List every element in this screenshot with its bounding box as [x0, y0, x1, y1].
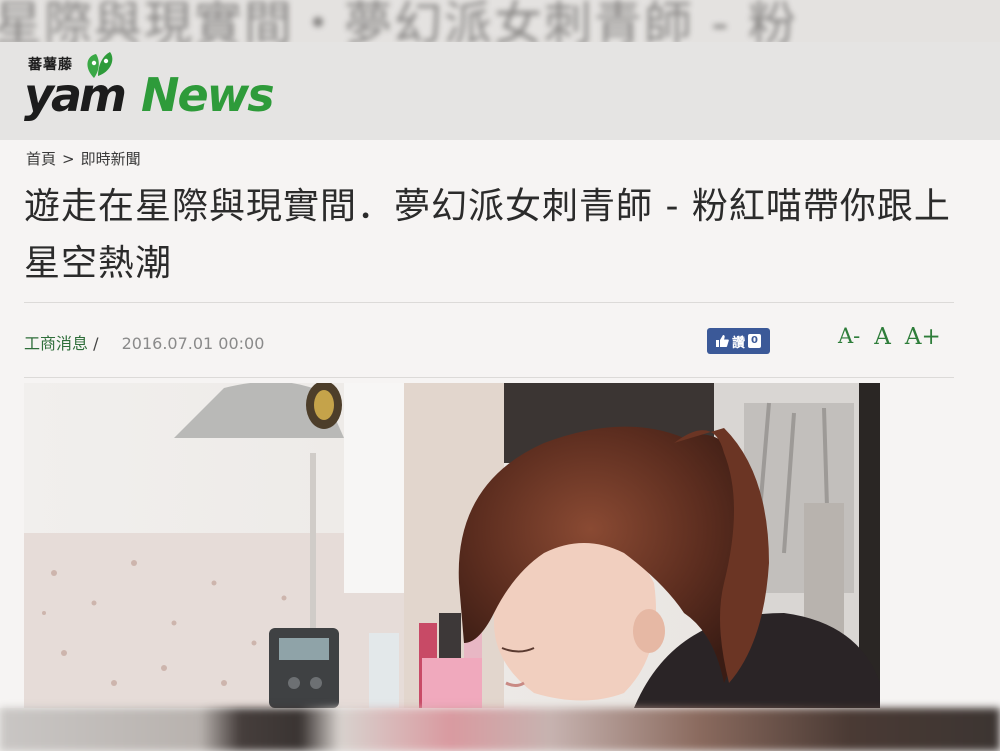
blurred-bottom-strip — [0, 708, 1000, 751]
site-header: 蕃薯藤 yam News — [0, 42, 1000, 140]
article-title: 遊走在星際與現實間．夢幻派女刺青師 - 粉紅喵帶你跟上星空熱潮 — [24, 186, 951, 284]
font-size-controls: A- A A+ — [838, 324, 941, 350]
breadcrumb-section-link[interactable]: 即時新聞 — [81, 150, 141, 168]
logo-yam-text: yam — [24, 68, 127, 122]
divider — [24, 377, 954, 378]
facebook-like-button[interactable]: 讚 0 — [707, 328, 770, 354]
like-label: 讚 — [732, 335, 746, 351]
font-normal-button[interactable]: A — [874, 324, 891, 350]
breadcrumb-home-link[interactable]: 首頁 — [26, 150, 56, 168]
breadcrumb: 首頁 > 即時新聞 — [26, 148, 141, 169]
like-count: 0 — [748, 334, 761, 348]
article-photo — [24, 383, 880, 708]
yamnews-logo[interactable]: 蕃薯藤 yam News — [24, 48, 294, 132]
article-meta: 工商消息 / 2016.07.01 00:00 — [24, 330, 264, 354]
article-page: 蕃薯藤 yam News 首頁 > 即時新聞 遊走在星際與現實間．夢幻派女刺青師 -… — [0, 42, 1000, 708]
font-decrease-button[interactable]: A- — [838, 324, 860, 350]
tattoo-artist-photo — [24, 383, 880, 708]
font-increase-button[interactable]: A+ — [905, 324, 941, 350]
category-separator: / — [93, 334, 99, 353]
divider — [24, 302, 954, 303]
logo-news-text: News — [141, 68, 275, 122]
blurred-title-echo: 星際與現實間・夢幻派女刺青師 - 粉 — [0, 0, 798, 42]
thumbs-up-icon — [716, 335, 729, 347]
category-link[interactable]: 工商消息 — [24, 334, 88, 353]
blurred-top-strip: 星際與現實間・夢幻派女刺青師 - 粉 — [0, 0, 1000, 42]
breadcrumb-separator: > — [62, 150, 75, 168]
publish-date: 2016.07.01 00:00 — [121, 334, 265, 353]
